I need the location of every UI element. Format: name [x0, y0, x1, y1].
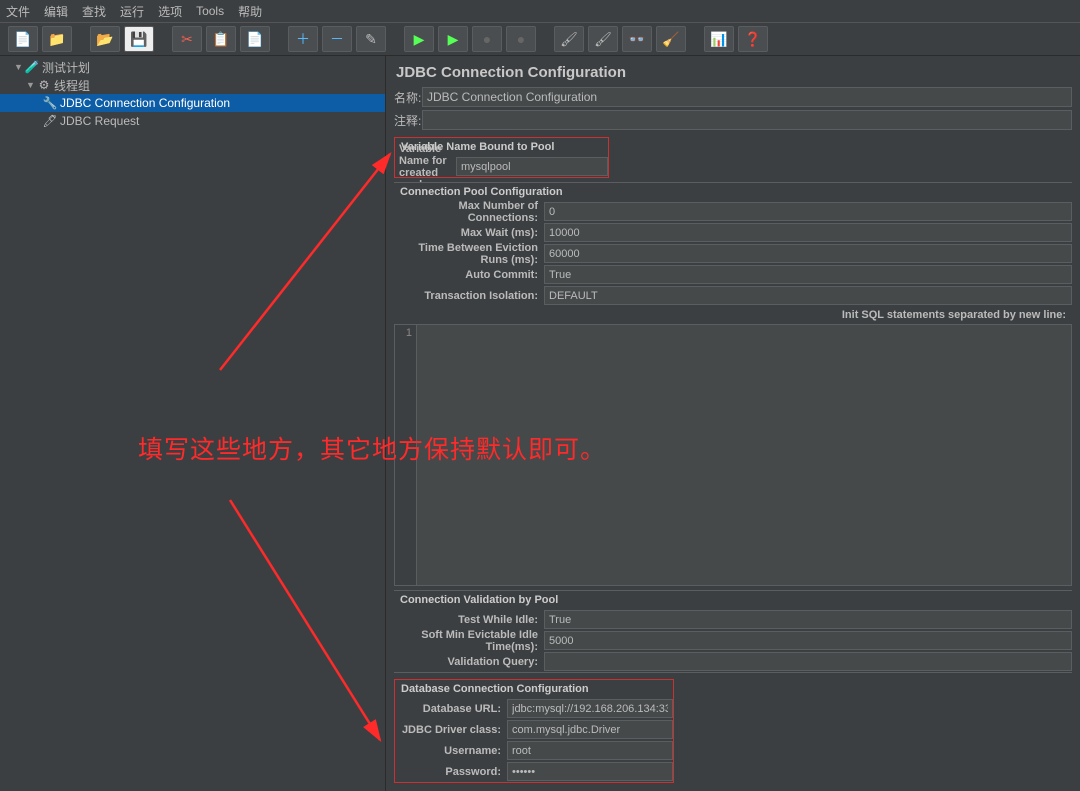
- menu-tools[interactable]: Tools: [196, 4, 224, 18]
- max-conn-label: Max Number of Connections:: [394, 200, 544, 224]
- conn-pool-section: Connection Pool Configuration Max Number…: [394, 182, 1072, 306]
- menu-help[interactable]: 帮助: [238, 3, 262, 20]
- comment-label: 注释:: [394, 112, 422, 129]
- reset-search-button[interactable]: 🧹: [656, 26, 686, 52]
- init-sql-editor[interactable]: 1: [394, 324, 1072, 586]
- dropper-icon: 🖊: [42, 114, 58, 128]
- toolbar: 📄 📁 📂 💾 ✂ 📋 📄 ＋ － ✎ ▶ ▶ ● ● 🖌 🖌 👓 🧹 📊 ❓: [0, 22, 1080, 56]
- gear-icon: ⚙: [36, 78, 52, 92]
- shutdown-button[interactable]: ●: [506, 26, 536, 52]
- db-url-field[interactable]: [507, 699, 673, 718]
- test-idle-label: Test While Idle:: [394, 614, 544, 626]
- copy-button[interactable]: 📋: [206, 26, 236, 52]
- soft-min-label: Soft Min Evictable Idle Time(ms):: [394, 629, 544, 653]
- name-field[interactable]: [422, 87, 1072, 107]
- auto-commit-label: Auto Commit:: [394, 269, 544, 281]
- menu-run[interactable]: 运行: [120, 3, 144, 20]
- auto-commit-field[interactable]: [544, 265, 1072, 284]
- new-button[interactable]: 📄: [8, 26, 38, 52]
- comment-field[interactable]: [422, 110, 1072, 130]
- play-button[interactable]: ▶: [404, 26, 434, 52]
- cut-button[interactable]: ✂: [172, 26, 202, 52]
- chevron-down-icon: ▼: [14, 62, 24, 72]
- clear-button[interactable]: 🖌: [554, 26, 584, 52]
- password-field[interactable]: [507, 762, 673, 781]
- editor-gutter: 1: [395, 325, 417, 585]
- clear-all-button[interactable]: 🖌: [588, 26, 618, 52]
- stop-button[interactable]: ●: [472, 26, 502, 52]
- tree-label: 测试计划: [42, 59, 90, 76]
- evict-field[interactable]: [544, 244, 1072, 263]
- tree-thread-group[interactable]: ▼ ⚙ 线程组: [0, 76, 385, 94]
- name-label: 名称:: [394, 89, 422, 106]
- menu-search[interactable]: 查找: [82, 3, 106, 20]
- tree-jdbc-request[interactable]: 🖊 JDBC Request: [0, 112, 385, 130]
- add-button[interactable]: ＋: [288, 26, 318, 52]
- menu-file[interactable]: 文件: [6, 3, 30, 20]
- open-button[interactable]: 📂: [90, 26, 120, 52]
- driver-label: JDBC Driver class:: [395, 724, 507, 736]
- test-idle-field[interactable]: [544, 610, 1072, 629]
- validation-section: Connection Validation by Pool Test While…: [394, 590, 1072, 673]
- driver-field[interactable]: [507, 720, 673, 739]
- validation-query-field[interactable]: [544, 652, 1072, 671]
- editor-body[interactable]: [417, 325, 1071, 585]
- panel-title: JDBC Connection Configuration: [394, 60, 1072, 87]
- test-plan-tree: ▼ 🧪 测试计划 ▼ ⚙ 线程组 🔧 JDBC Connection Confi…: [0, 56, 386, 791]
- evict-label: Time Between Eviction Runs (ms):: [394, 242, 544, 266]
- section-header: Connection Pool Configuration: [394, 183, 1072, 201]
- search-button[interactable]: 👓: [622, 26, 652, 52]
- tree-label: JDBC Connection Configuration: [60, 96, 230, 110]
- menu-options[interactable]: 选项: [158, 3, 182, 20]
- templates-button[interactable]: 📁: [42, 26, 72, 52]
- max-conn-field[interactable]: [544, 202, 1072, 221]
- max-wait-label: Max Wait (ms):: [394, 227, 544, 239]
- password-label: Password:: [395, 766, 507, 778]
- save-button[interactable]: 💾: [124, 26, 154, 52]
- iso-field[interactable]: [544, 286, 1072, 305]
- menu-edit[interactable]: 编辑: [44, 3, 68, 20]
- remove-button[interactable]: －: [322, 26, 352, 52]
- section-header: Database Connection Configuration: [395, 680, 673, 698]
- wrench-icon: 🔧: [42, 96, 58, 110]
- menu-bar: 文件 编辑 查找 运行 选项 Tools 帮助: [0, 0, 1080, 22]
- config-panel: JDBC Connection Configuration 名称: 注释: Va…: [386, 56, 1080, 791]
- iso-label: Transaction Isolation:: [394, 290, 544, 302]
- soft-min-field[interactable]: [544, 631, 1072, 650]
- flask-icon: 🧪: [24, 60, 40, 74]
- wand-button[interactable]: ✎: [356, 26, 386, 52]
- variable-pool-section: Variable Name Bound to Pool Variable Nam…: [394, 137, 609, 178]
- init-sql-label: Init SQL statements separated by new lin…: [394, 306, 1072, 324]
- chevron-down-icon: ▼: [26, 80, 36, 90]
- username-label: Username:: [395, 745, 507, 757]
- tree-label: JDBC Request: [60, 114, 139, 128]
- tree-test-plan[interactable]: ▼ 🧪 测试计划: [0, 58, 385, 76]
- section-header: Connection Validation by Pool: [394, 591, 1072, 609]
- play-no-pause-button[interactable]: ▶: [438, 26, 468, 52]
- varname-field[interactable]: [456, 157, 608, 176]
- validation-query-label: Validation Query:: [394, 656, 544, 668]
- function-button[interactable]: 📊: [704, 26, 734, 52]
- db-conn-section: Database Connection Configuration Databa…: [394, 679, 674, 783]
- help-button[interactable]: ❓: [738, 26, 768, 52]
- paste-button[interactable]: 📄: [240, 26, 270, 52]
- db-url-label: Database URL:: [395, 703, 507, 715]
- max-wait-field[interactable]: [544, 223, 1072, 242]
- username-field[interactable]: [507, 741, 673, 760]
- tree-label: 线程组: [54, 77, 90, 94]
- tree-jdbc-config[interactable]: 🔧 JDBC Connection Configuration: [0, 94, 385, 112]
